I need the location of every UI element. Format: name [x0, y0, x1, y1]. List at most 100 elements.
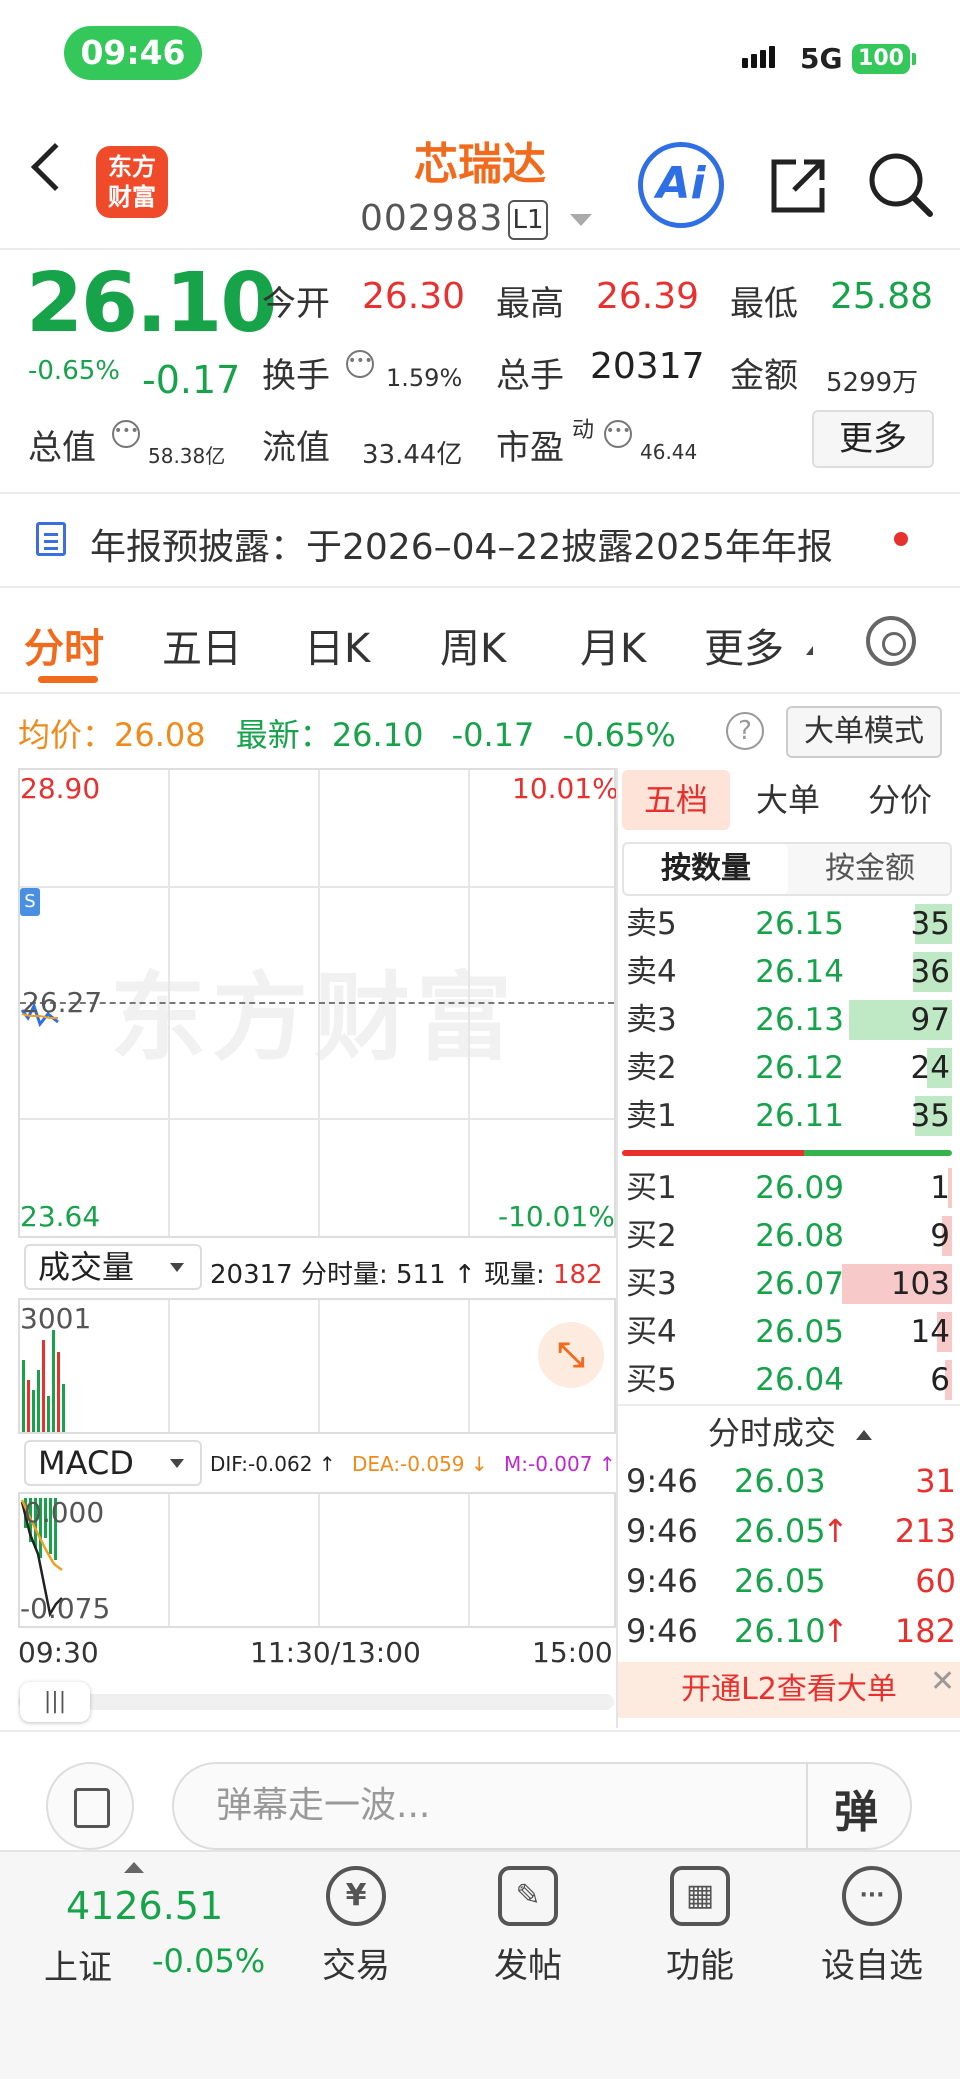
nav-post[interactable]: ✎ 发帖: [458, 1866, 598, 1987]
ask-row[interactable]: 卖2 26.12 24: [622, 1044, 952, 1092]
tab-more[interactable]: 更多: [704, 616, 784, 674]
danmu-toggle-button[interactable]: 弹: [834, 1776, 878, 1840]
yuan-icon: ¥: [326, 1866, 386, 1926]
ask-row[interactable]: 卖3 26.13 97: [622, 996, 952, 1044]
big-order-mode-button[interactable]: 大单模式: [786, 706, 942, 758]
back-icon[interactable]: [30, 142, 80, 192]
time-axis-close: 15:00: [532, 1636, 613, 1669]
gear-icon[interactable]: [866, 616, 916, 666]
ask-price: 26.11: [755, 1098, 844, 1134]
volume-info: 20317 分时量: 511 ↑ 现量: 182: [210, 1260, 603, 1290]
open-label: 今开: [262, 284, 330, 324]
bid-price: 26.09: [755, 1170, 844, 1206]
volume-chart[interactable]: [18, 1298, 616, 1434]
danmu-input[interactable]: 弹幕走一波...: [172, 1762, 912, 1850]
info-dots-icon[interactable]: •••: [604, 420, 632, 448]
nav-add-watchlist[interactable]: ··· 设自选: [802, 1866, 942, 1987]
price-line: [20, 1002, 59, 1028]
index-value[interactable]: 4126.51: [66, 1884, 223, 1928]
bid-row[interactable]: 买3 26.07 103: [622, 1260, 952, 1308]
nav-functions-label: 功能: [666, 1946, 734, 1986]
bid-price: 26.08: [755, 1218, 844, 1254]
close-icon[interactable]: ✕: [930, 1664, 955, 1699]
more-quote-button[interactable]: 更多: [812, 410, 934, 468]
search-icon[interactable]: [866, 150, 936, 220]
chevron-down-icon[interactable]: [570, 214, 592, 226]
trades-title: 分时成交: [707, 1414, 836, 1452]
volume-label: 总手: [496, 356, 564, 396]
nav-functions[interactable]: ▦ 功能: [630, 1866, 770, 1987]
bid-row[interactable]: 买5 26.04 6: [622, 1356, 952, 1404]
annual-report-notice[interactable]: 年报预披露：于2026–04–22披露2025年年报: [90, 518, 833, 570]
tab-active-indicator: [38, 676, 98, 683]
volume-axis-max: 3001: [20, 1302, 92, 1335]
nav-trade[interactable]: ¥ 交易: [286, 1866, 426, 1987]
bid-level-label: 买5: [626, 1362, 677, 1398]
index-change[interactable]: -0.05%: [152, 1942, 265, 1980]
trade-price: 26.05: [734, 1512, 826, 1550]
danmu-settings-icon[interactable]: [46, 1762, 134, 1850]
tab-daily-k[interactable]: 日K: [304, 616, 370, 674]
mode-by-amount[interactable]: 按金额: [788, 844, 952, 894]
stock-name[interactable]: 芯瑞达: [300, 128, 660, 192]
bid-row[interactable]: 买4 26.05 14: [622, 1308, 952, 1356]
ai-assistant-button[interactable]: Ai: [638, 142, 724, 228]
marker-icon[interactable]: S: [20, 888, 40, 916]
chevron-up-icon[interactable]: [124, 1862, 144, 1873]
tab-monthly-k[interactable]: 月K: [580, 616, 646, 674]
intraday-chart[interactable]: S: [18, 768, 616, 1238]
mode-by-quantity[interactable]: 按数量: [624, 844, 788, 894]
bid-price: 26.07: [755, 1266, 844, 1302]
trades-header[interactable]: 分时成交: [620, 1408, 960, 1454]
macd-info: DIF:-0.062 ↑ DEA:-0.059 ↓ M:-0.007 ↑: [210, 1452, 616, 1476]
change-amount: -0.17: [142, 358, 241, 402]
macd-dif: DIF:-0.062: [210, 1452, 313, 1476]
ask-row[interactable]: 卖1 26.11 35: [622, 1092, 952, 1140]
help-icon[interactable]: ?: [726, 712, 764, 750]
bid-row[interactable]: 买2 26.08 9: [622, 1212, 952, 1260]
time-axis-open: 09:30: [18, 1636, 99, 1669]
ask-row[interactable]: 卖5 26.15 35: [622, 900, 952, 948]
turnover-label: 换手: [262, 356, 330, 396]
info-dots-icon[interactable]: •••: [112, 420, 140, 448]
tab-five-day[interactable]: 五日: [162, 616, 242, 674]
stock-code[interactable]: 002983: [360, 198, 503, 239]
trade-time: 9:46: [626, 1562, 698, 1600]
trade-row: 9:46 26.10 ↑ 182: [626, 1606, 956, 1656]
volume-indicator-select[interactable]: 成交量: [24, 1244, 202, 1290]
scroll-handle[interactable]: |||: [20, 1682, 90, 1722]
ask-quantity: 35: [910, 906, 950, 942]
expand-icon[interactable]: ⤡: [538, 1322, 604, 1388]
bid-row[interactable]: 买1 26.09 1: [622, 1164, 952, 1212]
open-value: 26.30: [362, 276, 466, 317]
trade-volume: 31: [915, 1462, 956, 1500]
macd-dea: DEA:-0.059: [351, 1452, 465, 1476]
header-divider: [0, 248, 960, 250]
ask-price: 26.13: [755, 1002, 844, 1038]
tabs-divider: [0, 692, 960, 694]
ask-row[interactable]: 卖4 26.14 36: [622, 948, 952, 996]
edit-icon: ✎: [498, 1866, 558, 1926]
l2-upgrade-banner[interactable]: 开通L2查看大单: [618, 1662, 960, 1718]
share-icon[interactable]: [766, 154, 830, 218]
macd-indicator-select[interactable]: MACD: [24, 1440, 202, 1486]
pe-value: 46.44: [640, 440, 698, 464]
tab-weekly-k[interactable]: 周K: [440, 616, 506, 674]
volume-value: 20317: [590, 346, 705, 387]
float-cap-label: 流值: [262, 428, 330, 468]
chart-top-pct: 10.01%: [512, 772, 619, 805]
info-dots-icon[interactable]: •••: [346, 350, 374, 378]
up-arrow-icon: ↑: [822, 1612, 849, 1650]
chart-scrollbar[interactable]: [18, 1694, 614, 1710]
bid-quantity: 9: [930, 1218, 950, 1254]
trade-volume: 213: [894, 1512, 956, 1550]
app-logo[interactable]: 东方 财富: [96, 146, 168, 218]
tab-intraday[interactable]: 分时: [24, 616, 104, 674]
index-name[interactable]: 上证: [44, 1940, 112, 1989]
bid-level-label: 买3: [626, 1266, 677, 1302]
tab-five-levels[interactable]: 五档: [622, 770, 730, 830]
tab-price-dist[interactable]: 分价: [846, 770, 954, 830]
pe-label: 市盈: [496, 428, 564, 468]
bid-level-label: 买4: [626, 1314, 677, 1350]
tab-big-orders[interactable]: 大单: [738, 770, 838, 830]
